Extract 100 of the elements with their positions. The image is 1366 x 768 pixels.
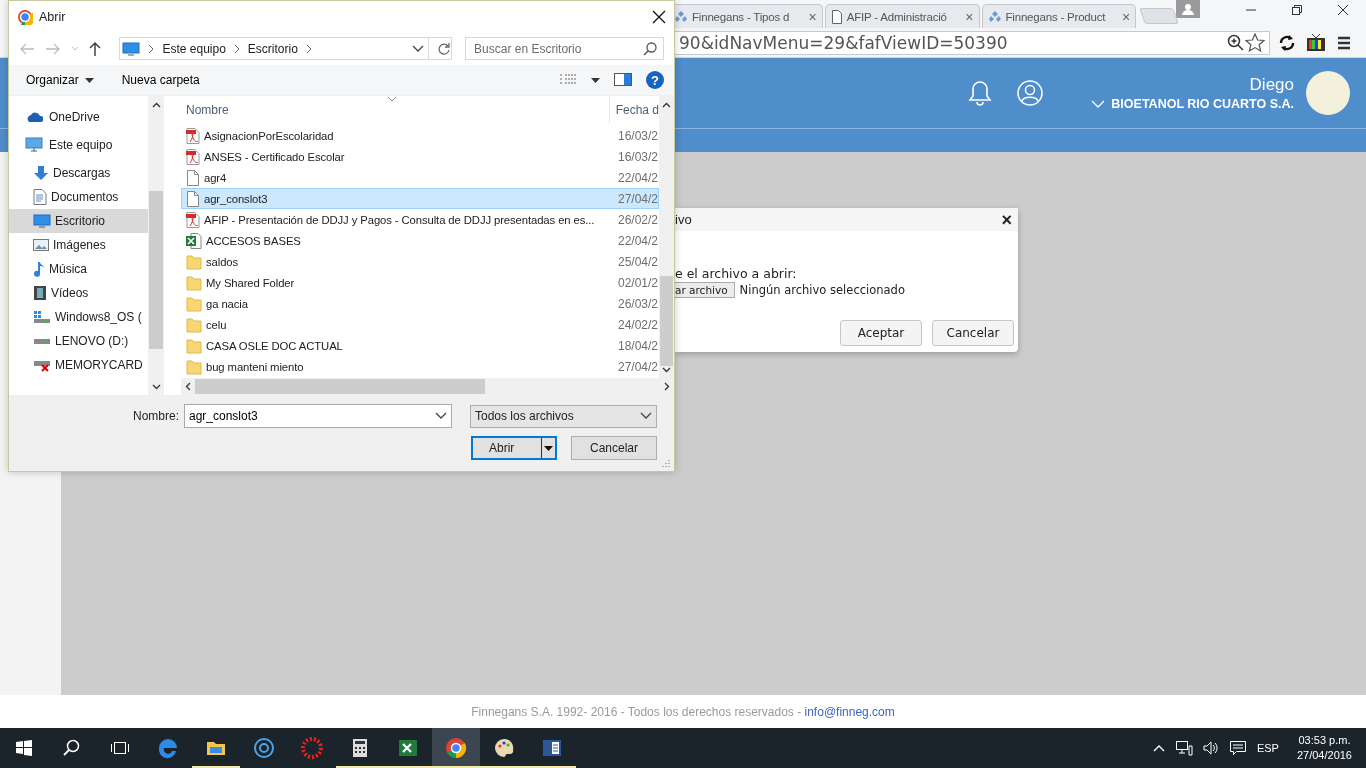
chevron-right-icon[interactable] [148, 43, 155, 54]
sidebar-item[interactable]: Vídeos [9, 281, 148, 305]
file-row[interactable]: saldos 25/04/2 [181, 251, 659, 272]
close-icon[interactable] [652, 9, 666, 24]
sidebar-item[interactable]: Imágenes [9, 233, 148, 257]
file-row[interactable]: ACCESOS BASES 22/04/2 [181, 230, 659, 251]
search-icon[interactable] [63, 739, 81, 757]
scrollbar[interactable] [659, 96, 674, 378]
zoom-icon[interactable] [1227, 33, 1245, 52]
restore-icon[interactable] [1291, 4, 1303, 16]
notification-icon[interactable] [1228, 740, 1247, 756]
network-icon[interactable] [1174, 740, 1193, 756]
task-view-icon[interactable] [110, 740, 130, 756]
tab-close-button[interactable]: × [965, 8, 974, 25]
address-bar[interactable]: 90&idNavMenu=29&fafViewID=50390 [675, 30, 1270, 55]
file-name-field[interactable]: agr_conslot3 [189, 409, 431, 423]
up-arrow-icon[interactable] [89, 40, 101, 57]
choose-file-button[interactable]: ar archivo [675, 282, 735, 298]
user-icon[interactable] [1017, 80, 1044, 106]
menu-icon[interactable] [1336, 34, 1352, 51]
scrollbar[interactable] [181, 378, 674, 395]
person-icon [1182, 3, 1194, 15]
caret-up-icon[interactable] [1152, 744, 1165, 752]
file-row[interactable]: ga nacia 26/03/2 [181, 293, 659, 314]
tv-icon[interactable] [1306, 32, 1326, 53]
file-row[interactable]: AsignacionPorEscolaridad 16/03/2 [181, 125, 659, 146]
search-field[interactable]: Buscar en Escritorio [474, 41, 639, 56]
sidebar-item[interactable]: Música [9, 257, 148, 281]
chevron-up-icon[interactable] [662, 101, 671, 108]
clock-date[interactable]: 27/04/2016 [1296, 748, 1352, 763]
organize-button[interactable]: Organizar [26, 73, 94, 87]
folder-icon [186, 253, 202, 270]
tab-close-button[interactable]: × [808, 8, 817, 25]
open-button[interactable]: Abrir [471, 436, 557, 460]
gauge-icon[interactable] [252, 736, 276, 760]
browser-icon[interactable] [444, 736, 468, 760]
scrollbar[interactable] [148, 96, 164, 395]
file-type-dropdown[interactable]: Todos los archivos [470, 404, 657, 428]
close-icon[interactable] [1337, 4, 1349, 16]
file-row[interactable]: CASA OSLE DOC ACTUAL 18/04/2 [181, 335, 659, 356]
start-icon[interactable] [15, 739, 33, 757]
resize-grip-icon[interactable] [661, 458, 671, 468]
address-bar[interactable]: Este equipo Escritorio [119, 37, 453, 60]
spreadsheet-file-icon [186, 232, 202, 249]
input-language[interactable]: ESP [1256, 742, 1279, 754]
sidebar-item[interactable]: Documentos [9, 185, 148, 209]
search-box[interactable]: Buscar en Escritorio [465, 37, 664, 60]
chevron-down-icon[interactable] [435, 412, 447, 420]
sidebar-item[interactable]: LENOVO (D:) [9, 329, 148, 353]
sidebar-item[interactable]: Descargas [9, 161, 148, 185]
column-header[interactable]: Fecha d [609, 102, 659, 117]
file-row[interactable]: ANSES - Certificado Escolar 16/03/2 [181, 146, 659, 167]
sidebar-item[interactable]: Este equipo [9, 133, 148, 157]
file-row[interactable]: celu 24/02/2 [181, 314, 659, 335]
tab-close-button[interactable]: × [1122, 8, 1131, 25]
browser-tab[interactable]: Finnegans - Product × [981, 4, 1137, 28]
folder-icon [186, 316, 202, 333]
chevron-up-icon[interactable] [151, 101, 161, 108]
close-button[interactable]: × [1001, 210, 1012, 229]
cancel-button[interactable]: Cancelar [932, 320, 1014, 346]
file-name-box[interactable]: agr_conslot3 [184, 404, 452, 428]
chevron-down-icon[interactable] [412, 44, 425, 53]
file-row[interactable]: agr4 22/04/2 [181, 167, 659, 188]
email-link[interactable]: info@finneg.com [804, 704, 895, 719]
sidebar-item[interactable]: MEMORYCARD [9, 353, 148, 377]
new-folder-button[interactable]: Nueva carpeta [121, 73, 200, 87]
help-icon[interactable]: ? [646, 71, 664, 89]
chevron-down-icon[interactable] [151, 383, 161, 390]
sidebar-item[interactable]: Escritorio [9, 209, 148, 233]
sync-icon[interactable] [1278, 33, 1296, 52]
accept-button[interactable]: Aceptar [840, 320, 922, 346]
company-name[interactable]: BIOETANOL RIO CUARTO S.A. [1111, 97, 1294, 111]
chevron-right-icon[interactable] [233, 43, 240, 54]
profile-button[interactable] [1176, 0, 1200, 18]
file-row[interactable]: My Shared Folder 02/01/2 [181, 272, 659, 293]
sidebar-item[interactable]: OneDrive [9, 105, 148, 129]
column-header[interactable]: Nombre [181, 96, 610, 123]
file-row[interactable]: bug manteni miento 27/04/2 [181, 356, 659, 377]
chevron-right-icon[interactable] [305, 43, 312, 54]
refresh-icon[interactable] [437, 41, 452, 56]
preview-pane-icon[interactable] [614, 73, 632, 87]
browser-tab[interactable]: AFIP - Administració × [824, 4, 980, 28]
new-tab-button[interactable] [1139, 8, 1179, 24]
edge-icon[interactable] [156, 736, 180, 760]
search-icon[interactable] [643, 41, 657, 56]
sidebar-item[interactable]: Windows8_OS ( [9, 305, 148, 329]
cancel-button[interactable]: Cancelar [571, 436, 657, 460]
dotted-circle-icon[interactable] [300, 736, 324, 760]
star-icon[interactable] [1245, 32, 1265, 53]
breadcrumb-item[interactable]: Este equipo [162, 41, 226, 56]
file-row[interactable]: agr_conslot3 27/04/2 [181, 188, 659, 209]
clock-time[interactable]: 03:53 p.m. [1298, 733, 1351, 748]
volume-icon[interactable] [1202, 741, 1219, 755]
sort-caret-icon [387, 96, 397, 102]
breadcrumb-item[interactable]: Escritorio [247, 41, 298, 56]
file-row[interactable]: AFIP - Presentación de DDJJ y Pagos - Consulta de DDJJ presentadas en es... 26/02/2 [181, 209, 659, 230]
caret-down-icon[interactable] [591, 77, 600, 83]
palette-icon[interactable] [492, 736, 516, 760]
bell-icon[interactable] [967, 79, 994, 107]
chevron-down-icon[interactable] [662, 366, 671, 373]
